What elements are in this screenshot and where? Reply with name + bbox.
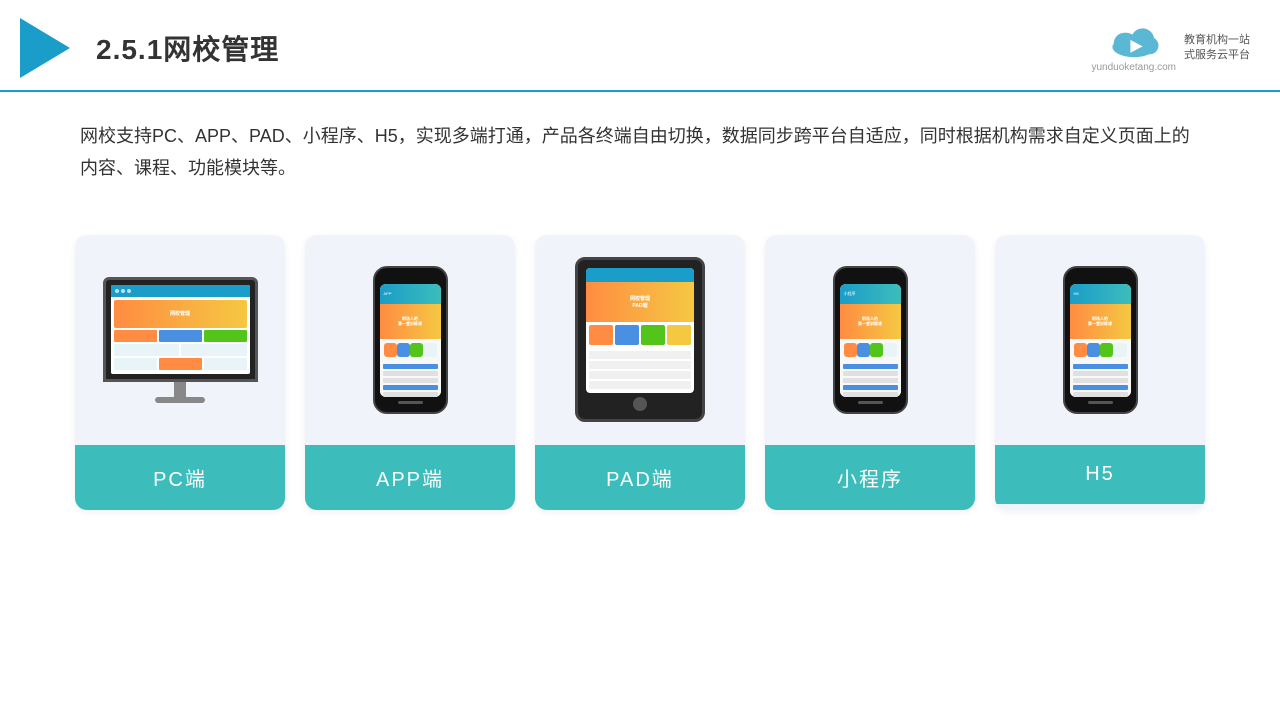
- phone-app-icon: APP 职场人的第一堂训练课: [373, 266, 448, 414]
- card-app-label: APP端: [305, 445, 515, 510]
- card-h5-image: H5 职场人的第一堂训练课: [995, 235, 1205, 445]
- cloud-icon-wrapper: yunduoketang.com: [1091, 24, 1176, 73]
- card-miniprogram: 小程序 职场人的第一堂训练课: [765, 235, 975, 510]
- description-text: 网校支持PC、APP、PAD、小程序、H5，实现多端打通，产品各终端自由切换，数…: [0, 92, 1280, 205]
- card-pc-image: 网校管理: [75, 235, 285, 445]
- brand-tagline: 教育机构一站 式服务云平台: [1184, 33, 1250, 64]
- brand-tagline-line1: 教育机构一站: [1184, 33, 1250, 48]
- cloud-icon: [1104, 24, 1164, 60]
- description-content: 网校支持PC、APP、PAD、小程序、H5，实现多端打通，产品各终端自由切换，数…: [80, 126, 1190, 178]
- card-app-image: APP 职场人的第一堂训练课: [305, 235, 515, 445]
- card-pad-image: 网校管理PAD端: [535, 235, 745, 445]
- card-pad-label: PAD端: [535, 445, 745, 510]
- phone-h5-icon: H5 职场人的第一堂训练课: [1063, 266, 1138, 414]
- card-h5-label: H5: [995, 445, 1205, 504]
- tablet-pad-icon: 网校管理PAD端: [575, 257, 705, 422]
- card-miniprogram-image: 小程序 职场人的第一堂训练课: [765, 235, 975, 445]
- card-pc-label: PC端: [75, 445, 285, 510]
- logo-triangle-icon: [20, 18, 70, 78]
- page-header: 2.5.1网校管理 yunduoketang.com 教育机构一站 式服务云平台: [0, 0, 1280, 92]
- header-left: 2.5.1网校管理: [20, 18, 279, 78]
- card-pc: 网校管理: [75, 235, 285, 510]
- brand-url: yunduoketang.com: [1091, 62, 1176, 73]
- card-h5: H5 职场人的第一堂训练课: [995, 235, 1205, 510]
- phone-miniprogram-icon: 小程序 职场人的第一堂训练课: [833, 266, 908, 414]
- cards-section: 网校管理: [0, 215, 1280, 530]
- card-app: APP 职场人的第一堂训练课: [305, 235, 515, 510]
- card-pad: 网校管理PAD端: [535, 235, 745, 510]
- brand-tagline-line2: 式服务云平台: [1184, 48, 1250, 63]
- card-miniprogram-label: 小程序: [765, 445, 975, 510]
- brand-logo: yunduoketang.com 教育机构一站 式服务云平台: [1091, 24, 1250, 73]
- pc-monitor-icon: 网校管理: [103, 277, 258, 403]
- page-title: 2.5.1网校管理: [96, 28, 279, 68]
